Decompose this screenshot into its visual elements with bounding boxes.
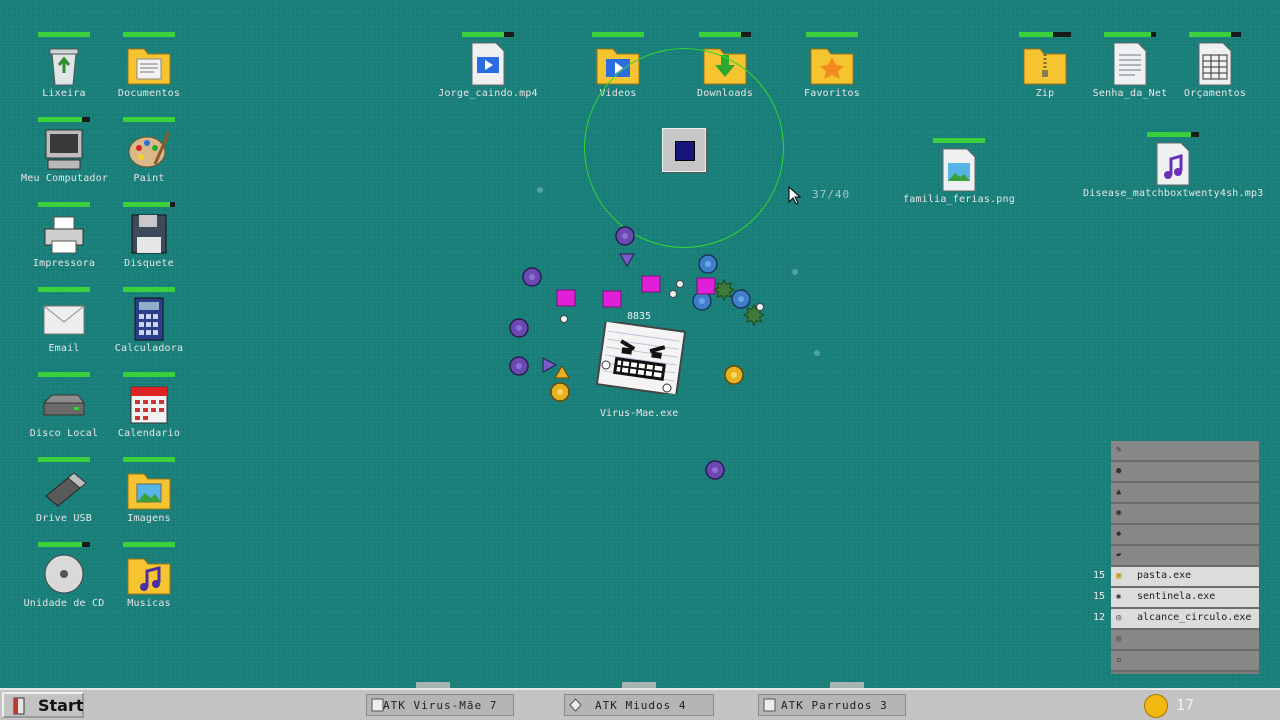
range-icon: ◎ <box>1116 613 1122 623</box>
blue-virus-core <box>738 296 744 302</box>
slot-name: pasta.exe <box>1137 570 1192 581</box>
desktop: Lixeira Documentos Meu Computador Paint … <box>0 0 1280 688</box>
enemy-swarm <box>509 186 821 480</box>
magenta-block-enemy <box>641 275 661 293</box>
coin-count: 17 <box>1176 696 1195 714</box>
globe-icon: ◉ <box>1116 508 1122 518</box>
task-label: ATK Virus-Mãe 7 <box>383 699 498 712</box>
task-atk-parrudos[interactable]: ATK Parrudos 3 <box>758 694 906 716</box>
shop-slot-locked[interactable]: ✎ <box>1111 441 1259 462</box>
purple-virus-core <box>529 274 535 280</box>
bomb-icon: ● <box>1116 466 1122 476</box>
pencil-icon: ✎ <box>1116 445 1122 455</box>
spiky-virus-enemy <box>712 278 736 302</box>
start-button[interactable]: Start <box>2 692 84 718</box>
shop-slot-locked[interactable]: ◉ <box>1111 504 1259 525</box>
magenta-block-enemy <box>602 290 622 308</box>
projectile <box>560 315 568 323</box>
triangle-enemy <box>554 365 570 379</box>
purple-virus-core <box>622 233 628 239</box>
shop-panel: ✎ ● ▲ ◉ ◆ ▰ 15 ▣ pasta.exe 15 ✺ sentinel… <box>1093 441 1259 674</box>
yellow-virus-core <box>731 372 737 378</box>
triangle-enemy <box>542 357 558 373</box>
slot-cost: 15 <box>1092 591 1105 602</box>
purple-virus-core <box>516 363 522 369</box>
folder-icon: ▣ <box>1116 571 1122 581</box>
slot-cost: 12 <box>1092 612 1105 623</box>
blue-virus-core <box>699 298 705 304</box>
slot-name: alcance_circulo.exe <box>1137 612 1252 623</box>
taskbar: Start ATK Virus-Mãe 7 ATK Miudos 4 ATK P… <box>0 688 1280 720</box>
particle <box>813 349 821 357</box>
shop-slot-sentinela[interactable]: 15 ✺ sentinela.exe <box>1093 588 1259 609</box>
shield-icon: ◆ <box>1116 529 1122 539</box>
magenta-block-enemy <box>696 277 716 295</box>
start-logo-icon <box>13 697 25 715</box>
particle <box>791 268 799 276</box>
shop-slot-alcance-circulo[interactable]: 12 ◎ alcance_circulo.exe <box>1093 609 1259 630</box>
projectile <box>669 290 677 298</box>
shop-slot-locked[interactable]: ▲ <box>1111 483 1259 504</box>
task-label: ATK Parrudos 3 <box>781 699 888 712</box>
task-label: ATK Miudos 4 <box>595 699 687 712</box>
triangle-enemy <box>619 253 635 267</box>
square-icon: ▫ <box>1116 655 1122 665</box>
yellow-virus-core <box>557 389 563 395</box>
slot-name: sentinela.exe <box>1137 591 1216 602</box>
task-atk-miudos[interactable]: ATK Miudos 4 <box>564 694 714 716</box>
shop-slot-locked[interactable]: ◎ <box>1111 630 1259 651</box>
magenta-block-enemy <box>556 289 576 307</box>
diamond-icon <box>569 698 582 712</box>
coin-icon <box>1144 694 1168 718</box>
shop-slot-pasta[interactable]: 15 ▣ pasta.exe <box>1093 567 1259 588</box>
purple-virus-core <box>516 325 522 331</box>
projectile <box>756 303 764 311</box>
flask-icon: ▲ <box>1116 487 1122 497</box>
blue-virus-core <box>705 261 711 267</box>
shop-slot-locked[interactable]: ▫ <box>1111 651 1259 672</box>
car-icon: ▰ <box>1116 550 1122 560</box>
purple-virus-core <box>712 467 718 473</box>
projectile <box>676 280 684 288</box>
shop-slot-locked[interactable]: ● <box>1111 462 1259 483</box>
task-atk-virus-mae[interactable]: ATK Virus-Mãe 7 <box>366 694 514 716</box>
shop-slot-locked[interactable]: ◆ <box>1111 525 1259 546</box>
sentinel-icon: ✺ <box>1116 592 1122 602</box>
shop-slot-locked[interactable]: ▰ <box>1111 546 1259 567</box>
target-icon: ◎ <box>1116 634 1122 644</box>
start-label: Start <box>38 696 84 715</box>
particle <box>536 186 544 194</box>
slot-cost: 15 <box>1092 570 1105 581</box>
block-icon <box>763 698 776 712</box>
